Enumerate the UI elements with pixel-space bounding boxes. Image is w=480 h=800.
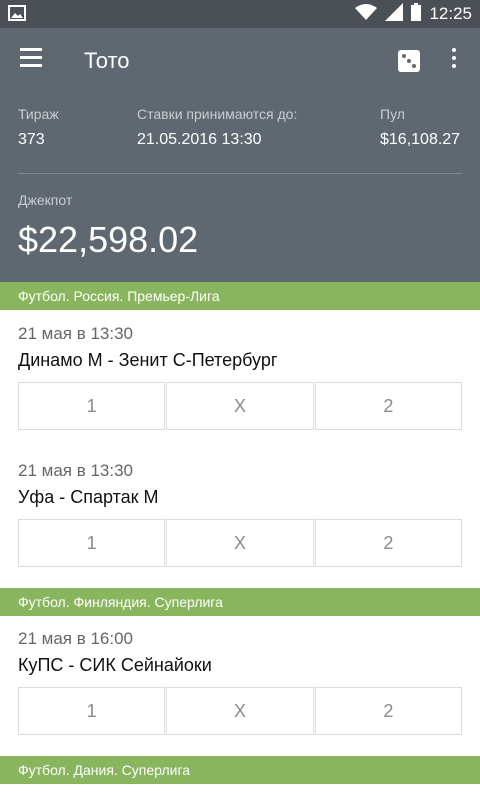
league-header: Футбол. Россия. Премьер-Лига: [0, 282, 480, 310]
clock: 12:25: [429, 4, 472, 23]
bet-options: 1 X 2: [18, 519, 462, 567]
draw-header: Тото Тираж 373 Ставки принимаются до: 21…: [0, 28, 480, 282]
match-teams: Уфа - Спартак М: [18, 487, 159, 507]
match-date: 21 мая в 13:30: [18, 324, 133, 343]
bet-away-button[interactable]: 2: [314, 519, 462, 567]
bet-home-button[interactable]: 1: [18, 519, 166, 567]
toolbar: Тото: [0, 28, 480, 92]
bet-draw-button[interactable]: X: [166, 382, 314, 430]
more-vert-icon[interactable]: [446, 48, 462, 74]
menu-icon[interactable]: [20, 48, 44, 72]
league-header: Футбол. Дания. Суперлига: [0, 756, 480, 784]
bet-away-button[interactable]: 2: [314, 382, 462, 430]
dice-icon[interactable]: [398, 50, 420, 72]
bet-home-button[interactable]: 1: [18, 382, 166, 430]
bet-draw-button[interactable]: X: [166, 519, 314, 567]
wifi-icon: [355, 3, 378, 25]
draw-value: 373: [18, 131, 45, 148]
bet-away-button[interactable]: 2: [314, 687, 462, 735]
divider: [18, 173, 462, 174]
jackpot-label: Джекпот: [18, 192, 73, 208]
deadline-value: 21.05.2016 13:30: [137, 131, 262, 148]
signal-icon: [385, 2, 404, 26]
deadline-label: Ставки принимаются до:: [137, 106, 298, 122]
status-bar: 12:25: [0, 0, 480, 28]
bet-options: 1 X 2: [18, 687, 462, 735]
bet-draw-button[interactable]: X: [166, 687, 314, 735]
league-header: Футбол. Финляндия. Суперлига: [0, 588, 480, 616]
battery-icon: [411, 2, 422, 26]
pool-value: $16,108.27: [380, 131, 461, 148]
match-teams: Динамо М - Зенит С-Петербург: [18, 350, 278, 370]
draw-label: Тираж: [18, 106, 59, 122]
match-date: 21 мая в 13:30: [18, 461, 133, 480]
page-title: Тото: [84, 48, 130, 73]
image-icon: [8, 5, 26, 26]
bet-home-button[interactable]: 1: [18, 687, 166, 735]
pool-label: Пул: [380, 106, 405, 122]
match-teams: КуПС - СИК Сейнайоки: [18, 655, 212, 675]
match-date: 21 мая в 16:00: [18, 629, 133, 648]
bet-options: 1 X 2: [18, 382, 462, 430]
jackpot-value: $22,598.02: [18, 219, 199, 260]
